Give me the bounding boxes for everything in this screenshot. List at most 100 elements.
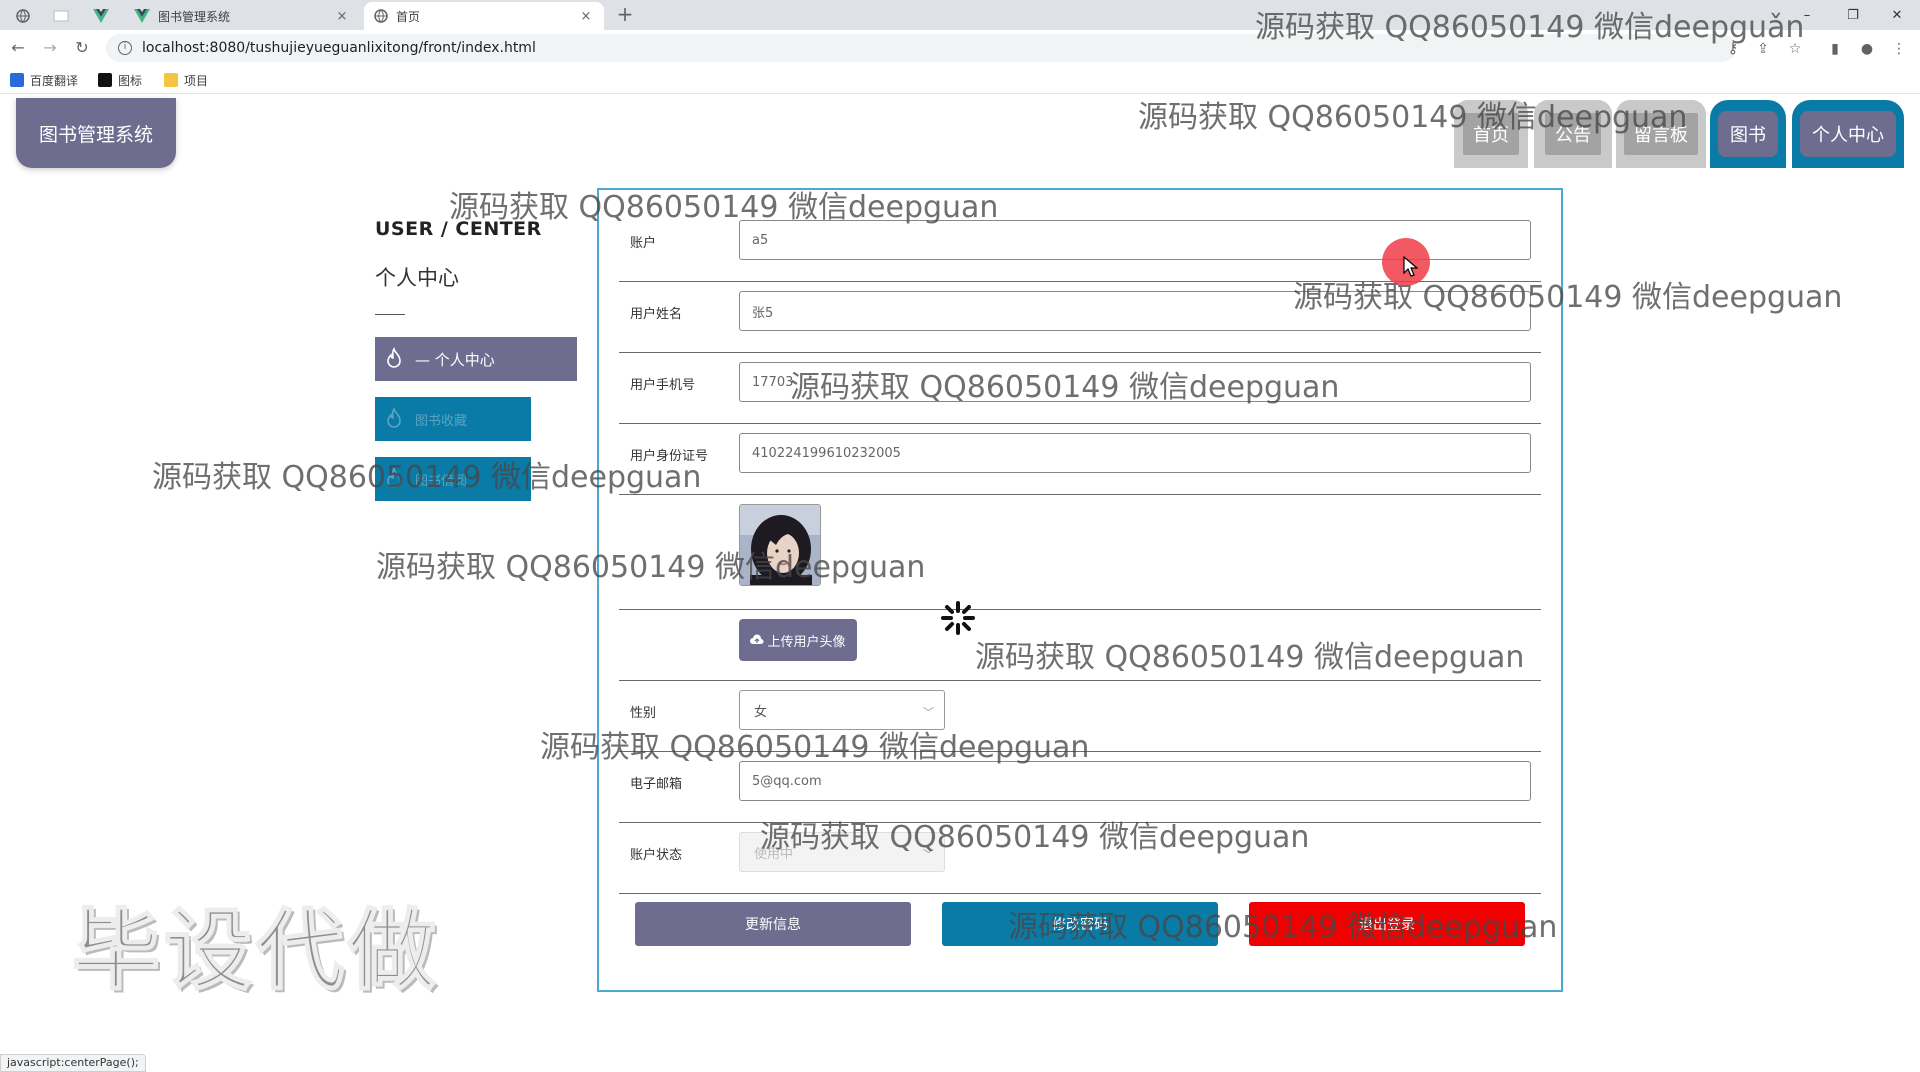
chevron-down-icon: ﹀ <box>923 706 934 719</box>
change-password-button[interactable]: 修改密码 <box>942 902 1218 946</box>
phone-label: 用户手机号 <box>630 378 696 393</box>
flame-icon <box>387 467 401 488</box>
back-icon[interactable]: ← <box>6 36 30 60</box>
key-icon[interactable]: ⚷ <box>1724 40 1742 58</box>
bookmark-icons[interactable]: 图标 <box>98 71 142 89</box>
user-info-form: 账户 a5 用户姓名 张5 用户手机号 17703 用户身份证号 4102241… <box>597 188 1563 992</box>
pinned-tab-vue-icon[interactable] <box>84 4 118 28</box>
mouse-pointer-icon <box>1403 256 1418 277</box>
forward-icon[interactable]: → <box>38 36 62 60</box>
form-row-upload: 上传用户头像 <box>619 619 1541 681</box>
loading-spinner-icon <box>940 600 976 636</box>
side-panel-icon[interactable]: ▮ <box>1826 40 1844 58</box>
bookmark-baidu-translate[interactable]: 百度翻译 <box>10 71 78 89</box>
avatar-photo <box>740 505 820 585</box>
bookmarks-bar: 百度翻译 图标 项目 <box>0 66 1920 94</box>
form-row-phone: 用户手机号 17703 <box>619 362 1541 424</box>
new-tab-button[interactable]: + <box>612 2 638 28</box>
sidebar-title-en: USER / CENTER <box>375 218 542 240</box>
status-value: 使用中 <box>754 846 794 862</box>
status-select: 使用中 ﹀ <box>739 832 945 872</box>
flame-icon <box>387 347 401 368</box>
logout-button[interactable]: 退出登录 <box>1249 902 1525 946</box>
gender-select[interactable]: 女 ﹀ <box>739 690 945 730</box>
form-row-name: 用户姓名 张5 <box>619 291 1541 353</box>
tab-close-icon[interactable]: × <box>578 9 594 24</box>
gender-value: 女 <box>754 704 768 720</box>
sidebar-item-label: 图书收藏 <box>415 413 468 429</box>
tab-home[interactable]: 首页 × <box>364 2 604 30</box>
form-row-id-card: 用户身份证号 410224199610232005 <box>619 433 1541 495</box>
account-label: 账户 <box>630 236 657 251</box>
url-field[interactable]: i localhost:8080/tushujieyueguanlixitong… <box>106 34 1736 62</box>
nav-home[interactable]: 首页 <box>1454 100 1528 168</box>
sidebar-item-label: — 个人中心 <box>415 350 495 369</box>
chevron-down-icon: ﹀ <box>923 848 934 861</box>
flame-icon <box>387 407 401 428</box>
close-window-button[interactable]: ✕ <box>1874 0 1920 30</box>
upload-label: 上传用户头像 <box>767 634 846 650</box>
id-card-input[interactable]: 410224199610232005 <box>739 433 1531 473</box>
url-text: localhost:8080/tushujieyueguanlixitong/f… <box>142 40 536 56</box>
folder-icon <box>164 73 178 87</box>
sidebar-item-borrow[interactable]: 图书借阅 <box>375 457 531 501</box>
upload-avatar-button[interactable]: 上传用户头像 <box>739 619 857 661</box>
nav-label: 个人中心 <box>1800 111 1896 157</box>
form-row-status: 账户状态 使用中 ﹀ <box>619 832 1541 894</box>
pinned-tab-blank-icon[interactable] <box>44 4 78 28</box>
globe-icon <box>374 9 388 23</box>
address-bar-row: ← → ↻ i localhost:8080/tushujieyueguanli… <box>0 30 1920 66</box>
nav-notice[interactable]: 公告 <box>1534 100 1612 168</box>
nav-label: 公告 <box>1545 113 1601 155</box>
name-label: 用户姓名 <box>630 307 683 322</box>
email-input[interactable]: 5@qq.com <box>739 761 1531 801</box>
tab-close-icon[interactable]: × <box>334 9 350 24</box>
form-row-avatar <box>619 504 1541 610</box>
sidebar-divider <box>375 314 405 315</box>
translate-icon <box>10 73 24 87</box>
tab-book-system[interactable]: 图书管理系统 × <box>124 2 360 30</box>
tab-title: 首页 <box>396 9 421 24</box>
profile-icon[interactable]: ● <box>1858 40 1876 58</box>
nav-label: 首页 <box>1463 113 1519 155</box>
restore-button[interactable]: ❐ <box>1830 0 1876 30</box>
menu-icon[interactable]: ⋮ <box>1890 40 1908 58</box>
nav-message-board[interactable]: 留言板 <box>1616 100 1706 168</box>
bookmark-label: 项目 <box>184 73 209 88</box>
tab-title: 图书管理系统 <box>158 9 231 24</box>
bookmark-label: 百度翻译 <box>30 73 79 88</box>
pinned-tab-globe-icon[interactable] <box>6 4 40 28</box>
reload-icon[interactable]: ↻ <box>70 36 94 60</box>
gender-label: 性别 <box>630 706 657 721</box>
site-info-icon[interactable]: i <box>118 41 132 55</box>
cloud-upload-icon <box>750 634 764 644</box>
corner-watermark: 毕设代做 <box>71 898 441 1003</box>
update-info-button[interactable]: 更新信息 <box>635 902 911 946</box>
email-label: 电子邮箱 <box>630 777 683 792</box>
phone-input[interactable]: 17703 <box>739 362 1531 402</box>
vue-icon <box>134 9 150 23</box>
nav-user-center[interactable]: 个人中心 <box>1792 100 1904 168</box>
nav-books[interactable]: 图书 <box>1710 100 1786 168</box>
nav-label: 留言板 <box>1624 113 1698 155</box>
bookmark-project[interactable]: 项目 <box>164 71 208 89</box>
sidebar-item-label: 图书借阅 <box>415 473 468 489</box>
minimize-button[interactable]: – <box>1784 0 1830 30</box>
site-logo[interactable]: 图书管理系统 <box>16 98 176 168</box>
sidebar-item-user-center[interactable]: — 个人中心 <box>375 337 577 381</box>
nav-label: 图书 <box>1718 111 1778 157</box>
share-icon[interactable]: ⇪ <box>1754 40 1772 58</box>
user-avatar[interactable] <box>739 504 821 586</box>
status-label: 账户状态 <box>630 848 683 863</box>
name-input[interactable]: 张5 <box>739 291 1531 331</box>
bookmark-icon <box>98 73 112 87</box>
sidebar-item-favorites[interactable]: 图书收藏 <box>375 397 531 441</box>
browser-tab-bar: 图书管理系统 × 首页 × + – ❐ ✕ <box>0 0 1920 30</box>
sidebar-title-cn: 个人中心 <box>375 266 459 290</box>
status-bar-url: javascript:centerPage(); <box>0 1054 146 1072</box>
id-card-label: 用户身份证号 <box>630 449 709 464</box>
star-icon[interactable]: ☆ <box>1786 40 1804 58</box>
form-row-email: 电子邮箱 5@qq.com <box>619 761 1541 823</box>
form-row-gender: 性别 女 ﹀ <box>619 690 1541 752</box>
bookmark-label: 图标 <box>118 73 143 88</box>
